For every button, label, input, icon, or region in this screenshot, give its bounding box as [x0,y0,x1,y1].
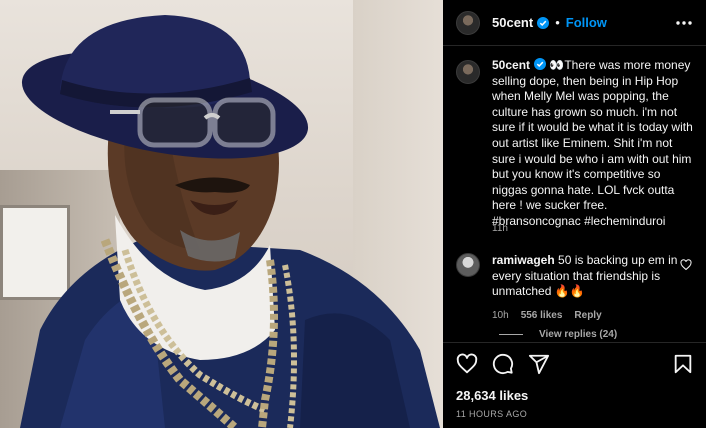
bookmark-button[interactable] [672,353,694,375]
caption-text-block: 50cent 👀There was more money selling dop… [492,58,698,230]
post-header: 50cent • Follow [443,0,706,46]
post-timestamp: 11 HOURS AGO [456,409,528,419]
view-replies-button[interactable]: View replies (24) [499,329,617,340]
heart-icon[interactable] [456,353,478,375]
caption-text: 👀There was more money selling dope, then… [492,58,693,228]
comment-reply-button[interactable]: Reply [574,308,601,324]
view-replies-line [499,334,523,335]
verified-badge-icon [534,58,547,70]
post-action-bar [456,353,550,375]
post-caption: 50cent 👀There was more money selling dop… [456,58,702,230]
post-likes-count[interactable]: 28,634 likes [456,388,528,403]
follow-button[interactable]: Follow [566,15,607,30]
caption-author-avatar[interactable] [456,60,480,84]
comment-icon[interactable] [492,353,514,375]
bookmark-icon[interactable] [672,353,694,375]
share-icon[interactable] [528,353,550,375]
caption-time: 11h [492,223,508,234]
caption-body: 50cent 👀There was more money selling dop… [480,58,698,230]
comment-likes[interactable]: 556 likes [521,308,563,324]
comment-item: ramiwageh 50 is backing up em in every s… [456,253,702,323]
comment-body: ramiwageh 50 is backing up em in every s… [492,253,688,323]
view-replies-label: View replies (24) [539,329,618,340]
commenter-username[interactable]: ramiwageh [492,253,555,267]
more-icon[interactable] [674,14,694,32]
post-photo[interactable] [0,0,443,428]
post-actions-section: 28,634 likes 11 HOURS AGO [443,342,706,428]
comment-heart-icon[interactable] [680,259,692,271]
caption-username[interactable]: 50cent [492,58,530,72]
man-in-hat-illustration [20,15,440,428]
verified-badge-icon [537,16,550,29]
author-username[interactable]: 50cent [492,15,533,30]
commenter-avatar[interactable] [456,253,480,277]
comment-meta: 10h 556 likes Reply [492,308,688,324]
author-avatar[interactable] [456,10,480,35]
comment-time: 10h [492,309,509,321]
post-side-panel: 50cent • Follow 50cent 👀There was more m… [443,0,706,428]
header-separator: • [555,15,560,30]
